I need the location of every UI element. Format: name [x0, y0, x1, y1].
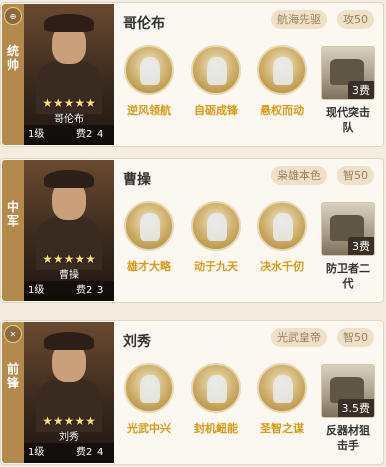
- fee: 费2: [76, 447, 93, 458]
- skill-name: 雄才大略: [127, 260, 171, 273]
- stat-tag: 攻50: [337, 10, 374, 29]
- troop[interactable]: 3.5费 反器材狙击手: [321, 364, 375, 453]
- troop-name: 防卫者二代: [326, 262, 370, 290]
- extra-count: 4: [97, 447, 104, 458]
- skill-name: 自砺成锋: [194, 104, 238, 117]
- troop-name: 反器材狙击手: [326, 424, 370, 452]
- troop-image: 3.5费: [321, 364, 375, 418]
- star-rating: ★★★★★: [42, 96, 96, 110]
- hero-footer: 1级 费2 4: [24, 125, 114, 145]
- skill-icon: [124, 45, 174, 95]
- stat-tag: 智50: [337, 166, 374, 185]
- card-title: 哥伦布: [123, 16, 165, 32]
- skill-name: 悬权而动: [260, 104, 304, 117]
- skill-icon: [191, 45, 241, 95]
- skill-2[interactable]: 动于九天: [187, 201, 245, 274]
- troop-cost: 3费: [348, 81, 374, 99]
- skill-name: 圣智之谋: [260, 422, 304, 435]
- star-rating: ★★★★★: [42, 414, 96, 428]
- level: 1级: [28, 447, 45, 458]
- skill-icon: [124, 363, 174, 413]
- position-label: 中 军: [6, 200, 19, 228]
- skill-2[interactable]: 自砺成锋: [187, 45, 245, 118]
- star-rating: ★★★★★: [42, 252, 96, 266]
- hero-name: 曹操: [59, 270, 79, 281]
- skill-name: 动于九天: [194, 260, 238, 273]
- portrait-hat: [44, 332, 94, 350]
- skill-icon: [191, 363, 241, 413]
- position-tab: ⊕ 统 帅: [2, 4, 24, 145]
- close-badge-icon[interactable]: ✕: [4, 325, 22, 343]
- extra-count: 4: [97, 129, 104, 140]
- hero-card-3[interactable]: ✕ 前 锋 ★★★★★ 刘秀 1级 费2 4 刘秀 光武皇帝 智50 光武中兴 …: [0, 320, 384, 465]
- card-title: 曹操: [123, 172, 151, 188]
- position-tab: 中 军: [2, 160, 24, 301]
- skill-3[interactable]: 悬权而动: [253, 45, 311, 118]
- skill-icon: [124, 201, 174, 251]
- extra-count: 3: [97, 285, 104, 296]
- rank-badge-icon: ⊕: [4, 7, 22, 25]
- troop-cost: 3费: [348, 237, 374, 255]
- skill-icon: [257, 363, 307, 413]
- skill-name: 决水千仞: [260, 260, 304, 273]
- skill-name: 光武中兴: [127, 422, 171, 435]
- fee: 费2: [76, 285, 93, 296]
- skill-1[interactable]: 光武中兴: [120, 363, 178, 436]
- skill-name: 逆风领航: [127, 104, 171, 117]
- skill-icon: [191, 201, 241, 251]
- skill-2[interactable]: 封机衄能: [187, 363, 245, 436]
- hero-name: 刘秀: [59, 432, 79, 443]
- skill-1[interactable]: 逆风领航: [120, 45, 178, 118]
- card-title: 刘秀: [123, 334, 151, 350]
- stat-tag: 智50: [337, 328, 374, 347]
- hero-portrait[interactable]: ★★★★★ 哥伦布 1级 费2 4: [24, 4, 114, 145]
- fee: 费2: [76, 129, 93, 140]
- troop-image: 3费: [321, 202, 375, 256]
- troop-image: 3费: [321, 46, 375, 100]
- portrait-hat: [44, 14, 94, 32]
- skill-icon: [257, 201, 307, 251]
- hero-footer: 1级 费2 3: [24, 281, 114, 301]
- skill-name: 封机衄能: [194, 422, 238, 435]
- skill-1[interactable]: 雄才大略: [120, 201, 178, 274]
- troop-cost: 3.5费: [337, 399, 374, 417]
- skill-3[interactable]: 圣智之谋: [253, 363, 311, 436]
- position-tab: ✕ 前 锋: [2, 322, 24, 463]
- hero-card-2[interactable]: 中 军 ★★★★★ 曹操 1级 费2 3 曹操 枭雄本色 智50 雄才大略 动于…: [0, 158, 384, 303]
- hero-name: 哥伦布: [54, 114, 84, 125]
- skill-3[interactable]: 决水千仞: [253, 201, 311, 274]
- level: 1级: [28, 285, 45, 296]
- trait-tag: 光武皇帝: [271, 328, 327, 347]
- skill-icon: [257, 45, 307, 95]
- portrait-hat: [44, 170, 94, 188]
- level: 1级: [28, 129, 45, 140]
- hero-footer: 1级 费2 4: [24, 443, 114, 463]
- hero-portrait[interactable]: ★★★★★ 刘秀 1级 费2 4: [24, 322, 114, 463]
- trait-tag: 枭雄本色: [271, 166, 327, 185]
- position-label: 前 锋: [6, 362, 19, 390]
- hero-portrait[interactable]: ★★★★★ 曹操 1级 费2 3: [24, 160, 114, 301]
- troop[interactable]: 3费 防卫者二代: [321, 202, 375, 291]
- hero-card-1[interactable]: ⊕ 统 帅 ★★★★★ 哥伦布 1级 费2 4 哥伦布 航海先驱 攻50 逆风领…: [0, 2, 384, 147]
- trait-tag: 航海先驱: [271, 10, 327, 29]
- troop-name: 现代突击队: [326, 106, 370, 134]
- troop[interactable]: 3费 现代突击队: [321, 46, 375, 135]
- position-label: 统 帅: [6, 44, 19, 72]
